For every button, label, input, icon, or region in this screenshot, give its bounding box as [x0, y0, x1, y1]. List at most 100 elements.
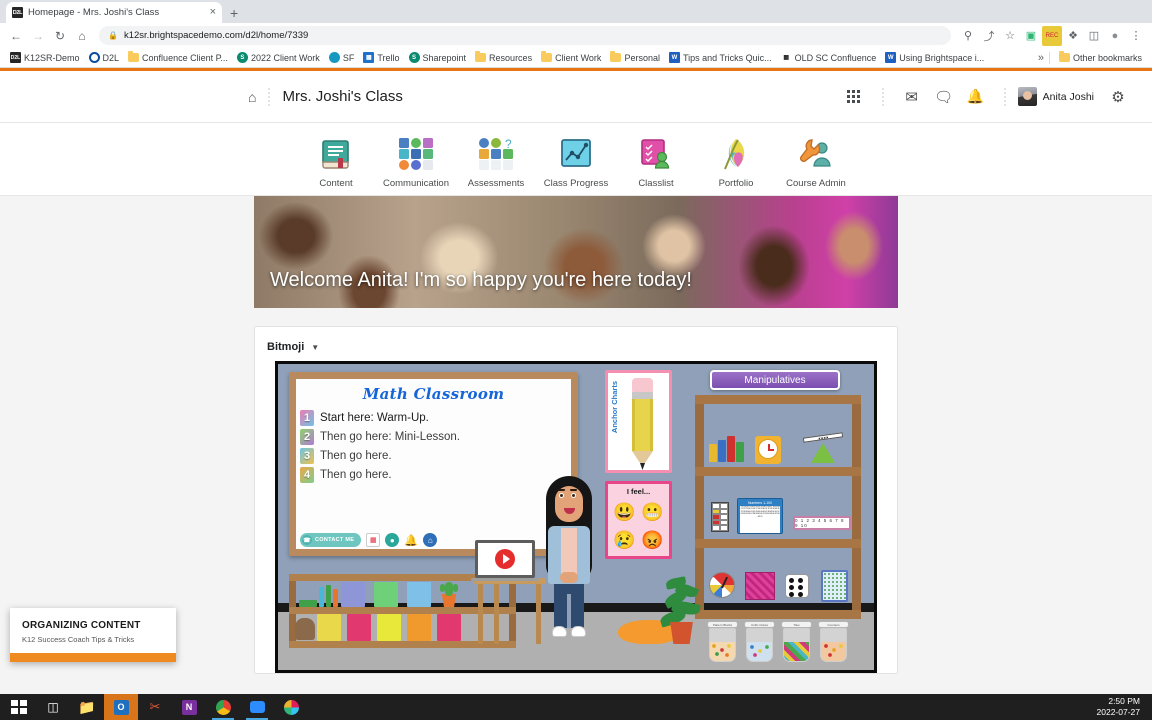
- whiteboard-step[interactable]: 3 Then go here.: [300, 446, 571, 465]
- bookmark-item[interactable]: D2L: [85, 50, 124, 65]
- navitem-content[interactable]: Content: [296, 135, 376, 189]
- anchor-charts-poster[interactable]: Anchor Charts: [605, 370, 672, 473]
- extension-green-icon[interactable]: ▣: [1021, 26, 1041, 46]
- outlook-icon[interactable]: O: [104, 694, 138, 720]
- forward-icon[interactable]: →: [28, 26, 48, 46]
- bookmark-item[interactable]: SF: [325, 50, 359, 65]
- zoom-search-icon[interactable]: ⚲: [958, 26, 978, 46]
- bookmark-item[interactable]: ▦ Trello: [359, 50, 403, 65]
- balance-scale-icon[interactable]: ■□■□■□■: [802, 432, 844, 463]
- bookmark-item[interactable]: S 2022 Client Work: [233, 50, 324, 65]
- bookmark-item[interactable]: ▦ OLD SC Confluence: [777, 50, 881, 65]
- user-avatar[interactable]: [1017, 87, 1037, 106]
- home-icon[interactable]: ⌂: [72, 26, 92, 46]
- step-text: Then go here: Mini-Lesson.: [320, 430, 460, 443]
- navitem-communication[interactable]: Communication: [376, 135, 456, 189]
- address-bar[interactable]: 🔒 k12sr.brightspacedemo.com/d2l/home/733…: [99, 26, 951, 45]
- chrome-icon[interactable]: [206, 694, 240, 720]
- navitem-class-progress[interactable]: Class Progress: [536, 135, 616, 189]
- sad-emoji-icon[interactable]: 😢: [612, 527, 638, 553]
- bookmark-item[interactable]: S Sharepoint: [405, 50, 471, 65]
- whiteboard-step[interactable]: 4 Then go here.: [300, 465, 571, 484]
- other-bookmarks-button[interactable]: Other bookmarks: [1055, 51, 1146, 65]
- contact-me-button[interactable]: ☎ CONTACT ME: [300, 533, 362, 547]
- email-icon[interactable]: ✉: [896, 81, 928, 113]
- base-ten-cube-icon[interactable]: [745, 572, 775, 600]
- navitem-assessments[interactable]: ? Assessments: [456, 135, 536, 189]
- navitem-classlist[interactable]: Classlist: [616, 135, 696, 189]
- feelings-poster[interactable]: I feel... 😃 😬 😢 😡: [605, 481, 672, 559]
- user-name-label[interactable]: Anita Joshi: [1043, 91, 1094, 103]
- whiteboard-step[interactable]: 2 Then go here: Mini-Lesson.: [300, 427, 571, 446]
- chat-icon[interactable]: ●: [385, 533, 400, 547]
- manipulatives-banner[interactable]: Manipulatives: [710, 370, 840, 390]
- navitem-course-admin[interactable]: Course Admin: [776, 135, 856, 189]
- jar-unifix-cubes[interactable]: Unifix Cubes: [744, 621, 775, 663]
- jar-pattern-blocks[interactable]: Pattern Blocks: [707, 621, 738, 663]
- bookmark-item[interactable]: Client Work: [537, 51, 605, 65]
- bs-home-icon[interactable]: ⌂: [248, 89, 256, 105]
- binder: [374, 582, 398, 607]
- bookmark-star-icon[interactable]: ☆: [1000, 26, 1020, 46]
- shelf-board: [695, 395, 861, 404]
- navitem-portfolio[interactable]: Portfolio: [696, 135, 776, 189]
- bell-icon[interactable]: 🔔: [404, 533, 418, 547]
- number-line-icon[interactable]: 0 1 2 3 4 5 6 7 8 9 10: [793, 516, 851, 530]
- browser-tab[interactable]: D2L Homepage - Mrs. Joshi's Class ×: [6, 2, 222, 23]
- happy-emoji-icon[interactable]: 😃: [612, 499, 638, 525]
- calendar-icon[interactable]: ▦: [366, 533, 381, 547]
- play-button-icon[interactable]: [495, 549, 515, 569]
- clock-icon[interactable]: [755, 436, 781, 464]
- gear-icon[interactable]: ⚙: [1102, 81, 1134, 113]
- taskview-icon[interactable]: ◫: [36, 694, 70, 720]
- snip-sketch-icon[interactable]: ✂: [138, 694, 172, 720]
- bitmoji-classroom-image[interactable]: Math Classroom 1 Start here: Warm-Up. 2 …: [275, 361, 877, 673]
- reload-icon[interactable]: ↻: [50, 26, 70, 46]
- home-icon[interactable]: ⌂: [423, 533, 438, 547]
- bookmarks-overflow-icon[interactable]: »: [1038, 52, 1044, 64]
- hundreds-chart-icon[interactable]: Numbers 1-100 1 2 3 4 5 6 7 8 9 10 11 12…: [737, 498, 783, 534]
- ten-frame-icon[interactable]: [711, 502, 729, 532]
- linking-cubes-icon[interactable]: [709, 436, 744, 462]
- bookmark-item[interactable]: W Using Brightspace i...: [881, 50, 988, 65]
- course-title[interactable]: Mrs. Joshi's Class: [282, 88, 402, 105]
- messages-icon[interactable]: 🗨: [928, 81, 960, 113]
- chrome-menu-icon[interactable]: ⋮: [1126, 26, 1146, 46]
- teacher-bitmoji-avatar[interactable]: [540, 476, 598, 644]
- bitmoji-dropdown[interactable]: Bitmoji ▼: [267, 339, 319, 361]
- taskbar-clock[interactable]: 2:50 PM 2022-07-27: [1097, 696, 1150, 718]
- start-button[interactable]: [2, 694, 36, 720]
- spinner-icon[interactable]: [709, 572, 735, 598]
- extensions-puzzle-icon[interactable]: ❖: [1063, 26, 1083, 46]
- share-icon[interactable]: ⤴: [979, 26, 999, 46]
- svg-text:?: ?: [505, 137, 512, 151]
- jar-tiles[interactable]: Tiles: [781, 621, 812, 663]
- slack-icon[interactable]: [274, 694, 308, 720]
- jar-counters[interactable]: Counters: [818, 621, 849, 663]
- screen-recorder-icon[interactable]: REC: [1042, 25, 1062, 46]
- bookmark-item[interactable]: Resources: [471, 51, 536, 65]
- file-explorer-icon[interactable]: 📁: [70, 694, 104, 720]
- back-icon[interactable]: ←: [6, 26, 26, 46]
- bookmark-item[interactable]: D2L K12SR-Demo: [6, 50, 84, 65]
- tab-close-icon[interactable]: ×: [210, 7, 216, 18]
- side-panel-icon[interactable]: ◫: [1084, 26, 1104, 46]
- geoboard-icon[interactable]: [821, 570, 848, 602]
- whiteboard-step[interactable]: 1 Start here: Warm-Up.: [300, 408, 571, 427]
- profile-avatar-icon[interactable]: ●: [1105, 26, 1125, 46]
- bookmark-item[interactable]: Confluence Client P...: [124, 51, 232, 65]
- laptop-base: [471, 578, 539, 581]
- zoom-icon[interactable]: [240, 694, 274, 720]
- bookmark-item[interactable]: W Tips and Tricks Quic...: [665, 50, 776, 65]
- onenote-icon[interactable]: N: [172, 694, 206, 720]
- dice-icon[interactable]: [785, 574, 809, 598]
- shelf-side: [852, 395, 861, 619]
- new-tab-button[interactable]: +: [230, 5, 238, 21]
- grimace-emoji-icon[interactable]: 😬: [640, 499, 666, 525]
- laptop[interactable]: [471, 540, 539, 582]
- tips-and-tricks-card[interactable]: ORGANIZING CONTENT K12 Success Coach Tip…: [10, 608, 176, 662]
- alerts-bell-icon[interactable]: 🔔: [960, 81, 992, 113]
- waffle-grid-icon[interactable]: [838, 81, 870, 113]
- angry-emoji-icon[interactable]: 😡: [640, 527, 666, 553]
- bookmark-item[interactable]: Personal: [606, 51, 664, 65]
